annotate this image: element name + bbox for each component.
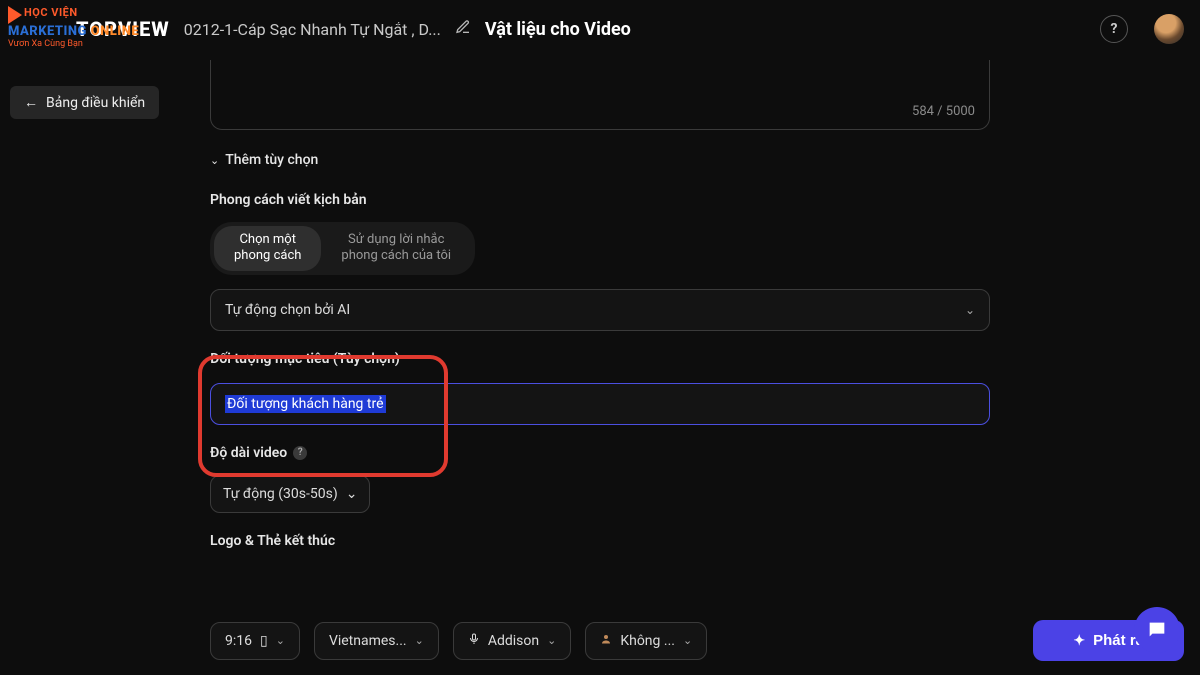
sparkle-icon: ✦ — [1073, 632, 1085, 649]
microphone-icon — [468, 633, 480, 649]
video-length-value: Tự động (30s-50s) — [223, 486, 338, 502]
language-value: Vietnames... — [329, 633, 407, 649]
person-icon — [600, 633, 612, 649]
chevron-down-icon: ⌄ — [547, 634, 556, 647]
chevron-down-icon: ⌄ — [210, 154, 219, 167]
description-textarea[interactable]: 584 / 5000 — [210, 60, 990, 130]
user-avatar[interactable] — [1154, 14, 1184, 44]
target-audience-value: Đối tượng khách hàng trẻ — [225, 395, 386, 413]
edit-icon[interactable] — [455, 19, 471, 39]
help-button[interactable]: ? — [1100, 15, 1128, 43]
segment-choose-style[interactable]: Chọn một phong cách — [214, 226, 321, 271]
chevron-down-icon: ⌄ — [965, 303, 975, 317]
phone-icon: ▯ — [260, 633, 268, 649]
chevron-down-icon: ⌄ — [346, 486, 358, 502]
style-select[interactable]: Tự động chọn bởi AI ⌄ — [210, 289, 990, 331]
aspect-ratio-value: 9:16 — [225, 633, 252, 649]
watermark-logo: HỌC VIỆN MARKETING ONLINE Vươn Xa Cùng B… — [8, 4, 139, 49]
aspect-ratio-select[interactable]: 9:16 ▯ ⌄ — [210, 622, 300, 660]
chevron-down-icon: ⌄ — [415, 634, 424, 647]
bottom-toolbar: 9:16 ▯ ⌄ Vietnames... ⌄ Addison ⌄ Không … — [210, 620, 1184, 661]
breadcrumb[interactable]: 0212-1-Cáp Sạc Nhanh Tự Ngắt , D... — [184, 20, 441, 39]
avatar-select[interactable]: Không ... ⌄ — [585, 622, 707, 660]
style-select-value: Tự động chọn bởi AI — [225, 302, 350, 318]
main-panel: 584 / 5000 ⌄ Thêm tùy chọn Phong cách vi… — [210, 60, 990, 605]
more-options-label: Thêm tùy chọn — [225, 152, 318, 168]
chevron-down-icon: ⌄ — [683, 634, 692, 647]
page-title: Vật liệu cho Video — [485, 19, 631, 40]
language-select[interactable]: Vietnames... ⌄ — [314, 622, 439, 660]
target-audience-label: Đối tượng mục tiêu (Tùy chọn) — [210, 351, 990, 367]
voice-value: Addison — [488, 633, 539, 649]
segment-use-my-prompt[interactable]: Sử dụng lời nhắc phong cách của tôi — [321, 226, 471, 271]
arrow-left-icon: ← — [24, 94, 38, 111]
back-to-dashboard-button[interactable]: ← Bảng điều khiển — [10, 86, 159, 119]
help-icon[interactable]: ? — [293, 446, 307, 460]
back-label: Bảng điều khiển — [46, 95, 145, 111]
script-style-segmented: Chọn một phong cách Sử dụng lời nhắc pho… — [210, 222, 475, 275]
video-length-label: Độ dài video ? — [210, 445, 990, 461]
app-header: TOPVIEW 0212-1-Cáp Sạc Nhanh Tự Ngắt , D… — [0, 0, 1200, 58]
avatar-value: Không ... — [620, 633, 675, 649]
chevron-down-icon: ⌄ — [276, 634, 285, 647]
logo-endcard-label: Logo & Thẻ kết thúc — [210, 533, 990, 549]
script-style-label: Phong cách viết kịch bản — [210, 192, 990, 208]
voice-select[interactable]: Addison ⌄ — [453, 622, 572, 660]
more-options-toggle[interactable]: ⌄ Thêm tùy chọn — [210, 152, 990, 168]
char-counter: 584 / 5000 — [912, 104, 975, 119]
video-length-select[interactable]: Tự động (30s-50s) ⌄ — [210, 475, 370, 513]
target-audience-input[interactable]: Đối tượng khách hàng trẻ — [210, 383, 990, 425]
chat-fab[interactable] — [1134, 607, 1180, 653]
